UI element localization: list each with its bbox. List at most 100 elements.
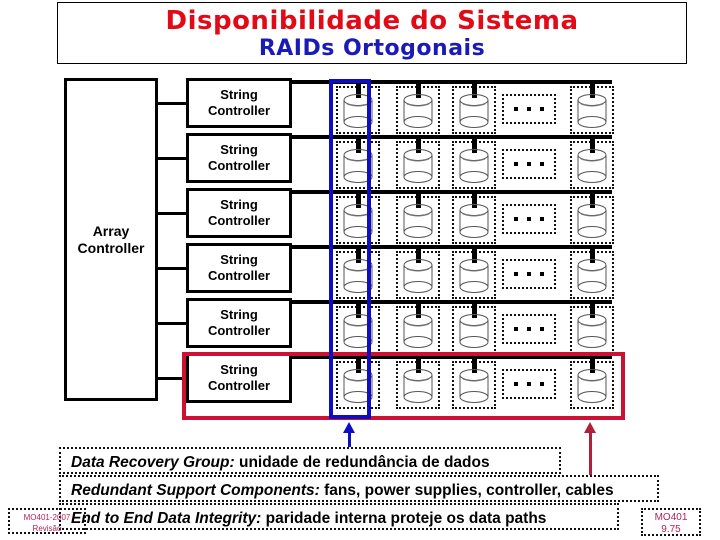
cylinder-icon [343,259,373,293]
disk-drive[interactable] [396,194,440,244]
cylinder-icon [459,204,489,238]
array-to-string-connector [158,157,186,160]
string-controller-line1: String [220,87,258,102]
string-bus-line [292,300,612,304]
array-controller-box[interactable]: Array Controller [64,78,158,401]
string-controller-line1: String [220,362,258,377]
disk-drive[interactable] [396,304,440,354]
cylinder-icon [403,204,433,238]
ellipsis-dot [527,272,531,276]
string-controller-line1: String [220,197,258,212]
disk-ellipsis-box [502,94,556,124]
string-controller-box[interactable]: String Controller [186,133,292,183]
array-controller-line2: Controller [77,239,145,256]
cylinder-icon [459,259,489,293]
string-controller-line2: Controller [207,213,271,228]
string-controller-line2: Controller [207,323,271,338]
array-to-string-connector [158,212,186,215]
ellipsis-dot [514,107,518,111]
string-controller-box[interactable]: String Controller [186,353,292,403]
cylinder-icon [459,149,489,183]
disk-drive[interactable] [452,359,496,409]
cylinder-icon [459,314,489,348]
array-controller-label: Array Controller [78,223,145,257]
disk-drive[interactable] [570,84,614,134]
string-controller-label: String Controller [208,307,270,339]
disk-drive[interactable] [570,139,614,189]
string-bus-line [292,355,612,359]
cylinder-icon [403,149,433,183]
array-to-string-connector [158,267,186,270]
caption-text: paridade interna proteje os data paths [261,510,547,527]
ellipsis-dot [514,327,518,331]
disk-drive[interactable] [396,84,440,134]
cylinder-icon [577,369,607,403]
footer-right-line1: MO401 [654,512,688,523]
disk-drive[interactable] [452,304,496,354]
disk-drive[interactable] [570,194,614,244]
cylinder-icon [343,94,373,128]
ellipsis-dot [540,162,544,166]
disk-drive[interactable] [336,194,380,244]
ellipsis-dot [540,272,544,276]
ellipsis-dot [540,327,544,331]
cylinder-icon [403,314,433,348]
disk-drive[interactable] [570,304,614,354]
ellipsis-dot [527,327,531,331]
string-controller-label: String Controller [208,252,270,284]
footer-left-line1: MO401-2007 [23,513,71,522]
caption-term: End to End Data Integrity: [71,510,262,527]
array-to-string-connector [158,322,186,325]
disk-ellipsis-box [502,149,556,179]
string-controller-box[interactable]: String Controller [186,78,292,128]
disk-drive[interactable] [396,249,440,299]
cylinder-icon [577,94,607,128]
string-controller-box[interactable]: String Controller [186,188,292,238]
footer-left-watermark: MO401-2007 Revisão [8,508,86,534]
disk-drive[interactable] [570,359,614,409]
ellipsis-dot [527,107,531,111]
string-bus-line [292,190,612,194]
footer-left-line2: Revisão [32,524,62,533]
string-controller-box[interactable]: String Controller [186,298,292,348]
ellipsis-dot [514,217,518,221]
disk-drive[interactable] [336,84,380,134]
cylinder-icon [403,369,433,403]
cylinder-icon [343,369,373,403]
string-controller-line1: String [220,307,258,322]
string-controller-label: String Controller [208,87,270,119]
string-controller-box[interactable]: String Controller [186,243,292,293]
disk-ellipsis-box [502,259,556,289]
string-controller-line2: Controller [207,268,271,283]
cylinder-icon [459,369,489,403]
disk-ellipsis-box [502,204,556,234]
ellipsis-dot [527,162,531,166]
cylinder-icon [403,94,433,128]
ellipsis-dot [540,107,544,111]
ellipsis-dot [527,382,531,386]
caption-term: Redundant Support Components: [71,482,320,499]
disk-drive[interactable] [396,139,440,189]
string-bus-line [292,80,612,84]
cylinder-icon [577,314,607,348]
string-controller-label: String Controller [208,362,270,394]
disk-drive[interactable] [336,249,380,299]
disk-drive[interactable] [452,249,496,299]
red-arrow-head [584,422,596,433]
string-bus-line [292,135,612,139]
footer-right-watermark: MO401 9.75 [641,508,701,536]
disk-drive[interactable] [570,249,614,299]
ellipsis-dot [514,162,518,166]
string-controller-line2: Controller [207,158,271,173]
disk-drive[interactable] [396,359,440,409]
disk-drive[interactable] [336,304,380,354]
disk-drive[interactable] [336,139,380,189]
ellipsis-dot [527,217,531,221]
disk-drive[interactable] [452,139,496,189]
disk-drive[interactable] [452,194,496,244]
disk-ellipsis-box [502,369,556,399]
disk-drive[interactable] [336,359,380,409]
cylinder-icon [343,204,373,238]
ellipsis-dot [514,272,518,276]
disk-drive[interactable] [452,84,496,134]
